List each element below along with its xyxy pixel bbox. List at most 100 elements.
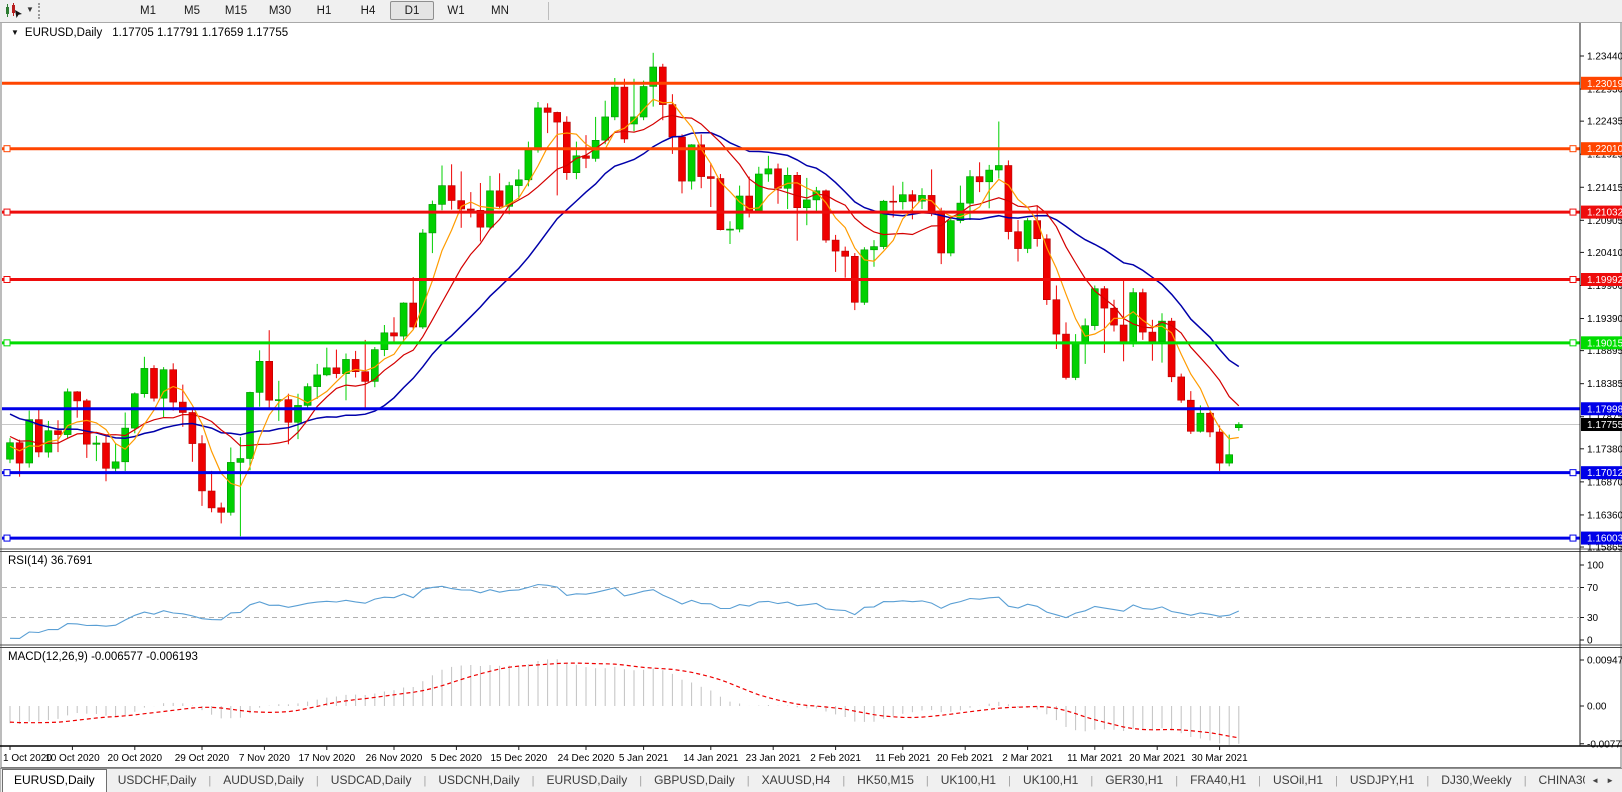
macd-tick-label: 0.00 [1587,702,1607,713]
timeframe-buttons: M1M5M15M30H1H4D1W1MN [126,1,522,21]
date-tick-label: 23 Jan 2021 [746,753,801,764]
tab-scroll-right-icon[interactable]: ► [1606,776,1614,785]
chart-tab-fra40-h1[interactable]: FRA40,H1 [1179,769,1257,792]
collapse-arrow-icon[interactable]: ▼ [11,28,19,37]
hline-handle[interactable] [4,340,10,346]
chart-tab-uk100-h1[interactable]: UK100,H1 [1012,769,1089,792]
timeframe-button-m30[interactable]: M30 [258,1,302,20]
date-tick-label: 20 Feb 2021 [937,753,994,764]
date-tick-label: 2 Feb 2021 [810,753,861,764]
chart-tab-hk50-m15[interactable]: HK50,M15 [846,769,925,792]
ma-20-line [10,133,1239,438]
date-tick-label: 17 Nov 2020 [298,753,355,764]
candlestick-series [7,53,1243,537]
date-tick-label: 5 Jan 2021 [619,753,669,764]
price-tick-label: 1.16360 [1587,510,1622,521]
hline-handle[interactable] [1570,340,1576,346]
rsi-tick-label: 0 [1587,636,1593,647]
timeframe-button-m1[interactable]: M1 [126,1,170,20]
chart-tab-eurusd-daily[interactable]: EURUSD,Daily [536,769,639,792]
timeframe-button-d1[interactable]: D1 [390,1,434,20]
chart-symbol-label: EURUSD,Daily [25,27,102,39]
chart-type-icon[interactable] [4,3,24,19]
date-axis[interactable]: 1 Oct 202010 Oct 202020 Oct 202029 Oct 2… [3,746,1248,764]
macd-tick-label: 0.009478 [1587,655,1622,666]
hline-handle[interactable] [4,209,10,215]
timeframe-button-h4[interactable]: H4 [346,1,390,20]
toolbar-grip[interactable] [38,3,40,19]
price-axis-badges: 1.23019 1.22010 1.21032 1.19992 1.19015 1.179… [1581,77,1622,545]
chart-tab-dj30-weekly[interactable]: DJ30,Weekly [1430,769,1522,792]
chart-tab-usdchf-daily[interactable]: USDCHF,Daily [107,769,208,792]
hline-handle[interactable] [1570,146,1576,152]
level-price-badge: 1.17998 [1587,404,1622,415]
chart-tab-gbpusd-daily[interactable]: GBPUSD,Daily [643,769,746,792]
chart-window-frame [1,23,1621,768]
date-tick-label: 10 Oct 2020 [45,753,100,764]
chart-tab-ger30-h1[interactable]: GER30,H1 [1094,769,1174,792]
hline-handle[interactable] [4,470,10,476]
tab-scroll-left-icon[interactable]: ◄ [1591,776,1599,785]
date-tick-label: 15 Dec 2020 [490,753,547,764]
level-price-badge: 1.17012 [1587,468,1622,479]
level-price-badge: 1.16003 [1587,534,1622,545]
level-price-badge: 1.23019 [1587,79,1622,90]
macd-indicator-label: MACD(12,26,9) -0.006577 -0.006193 [8,651,198,663]
timeframe-button-w1[interactable]: W1 [434,1,478,20]
chart-tab-xauusd-h4[interactable]: XAUUSD,H4 [751,769,842,792]
horizontal-level-lines [2,83,1580,541]
chart-tab-usdjpy-h1[interactable]: USDJPY,H1 [1339,769,1425,792]
date-tick-label: 11 Feb 2021 [875,753,931,764]
rsi-pane: 100 70 30 0 [2,561,1604,647]
timeframe-button-h1[interactable]: H1 [302,1,346,20]
macd-tick-label: -0.007778 [1587,739,1622,750]
hline-handle[interactable] [4,146,10,152]
chart-tab-audusd-daily[interactable]: AUDUSD,Daily [212,769,315,792]
chart-canvas[interactable]: 1.234401.229301.224351.219251.214151.209… [0,0,1622,792]
date-tick-label: 30 Mar 2021 [1192,753,1249,764]
chart-tab-usoil-h1[interactable]: USOil,H1 [1262,769,1334,792]
level-price-badge: 1.19992 [1587,275,1622,286]
chart-tab-usdcad-daily[interactable]: USDCAD,Daily [320,769,423,792]
price-tick-label: 1.18385 [1587,379,1622,390]
chart-tab-usdcnh-daily[interactable]: USDCNH,Daily [427,769,530,792]
chart-tab-uk100-h1[interactable]: UK100,H1 [930,769,1007,792]
level-price-badge: 1.22010 [1587,144,1622,155]
level-price-badge: 1.21032 [1587,208,1622,219]
chart-type-dropdown-caret-icon[interactable]: ▼ [26,5,34,14]
date-tick-label: 26 Nov 2020 [366,753,423,764]
date-tick-label: 24 Dec 2020 [558,753,615,764]
timeframe-button-m5[interactable]: M5 [170,1,214,20]
current-price-badge: 1.17755 [1587,420,1622,431]
hline-handle[interactable] [1570,535,1576,541]
hline-handle[interactable] [1570,277,1576,283]
price-tick-label: 1.22435 [1587,117,1622,128]
rsi-tick-label: 100 [1587,561,1604,572]
price-tick-label: 1.21415 [1587,183,1622,194]
tabbar-grip[interactable] [0,769,1,792]
date-tick-label: 14 Jan 2021 [683,753,738,764]
timeframe-button-mn[interactable]: MN [478,1,522,20]
hline-handle[interactable] [1570,470,1576,476]
rsi-indicator-label: RSI(14) 36.7691 [8,555,92,567]
date-tick-label: 29 Oct 2020 [175,753,230,764]
hline-handle[interactable] [4,535,10,541]
rsi-tick-label: 70 [1587,583,1599,594]
top-toolbar: ▼ M1M5M15M30H1H4D1W1MN [0,0,1622,23]
date-tick-label: 7 Nov 2020 [239,753,291,764]
date-tick-label: 20 Mar 2021 [1129,753,1186,764]
pane-separators [0,549,1622,746]
chart-ohlc-values: 1.17705 1.17791 1.17659 1.17755 [112,27,288,39]
level-price-badge: 1.19015 [1587,338,1622,349]
timeframe-button-m15[interactable]: M15 [214,1,258,20]
chart-tab-bar: EURUSD,DailyUSDCHF,Daily|AUDUSD,Daily|US… [0,768,1622,792]
hline-handle[interactable] [4,277,10,283]
chart-tab-eurusd-daily[interactable]: EURUSD,Daily [2,769,107,792]
hline-handle[interactable] [1570,209,1576,215]
rsi-tick-label: 30 [1587,613,1599,624]
date-tick-label: 20 Oct 2020 [108,753,163,764]
price-tick-label: 1.19390 [1587,314,1622,325]
price-tick-label: 1.17380 [1587,444,1622,455]
date-tick-label: 5 Dec 2020 [431,753,483,764]
price-tick-label: 1.20410 [1587,248,1622,259]
